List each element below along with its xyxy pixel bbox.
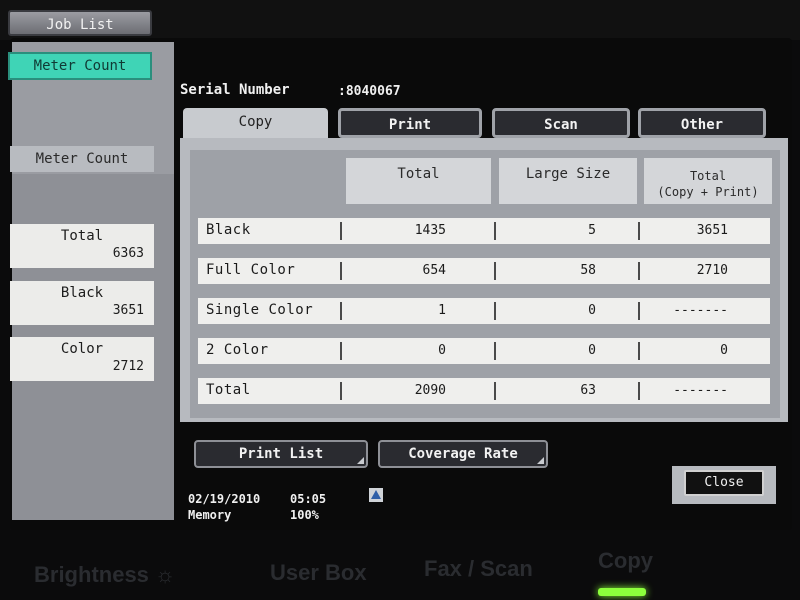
- cell-total: 654: [422, 263, 446, 278]
- cell-total-copy-print: 3651: [696, 223, 728, 238]
- copy-indicator-led: [598, 588, 646, 596]
- meter-black-value: 3651: [112, 303, 144, 318]
- tab-other[interactable]: Other: [638, 108, 766, 138]
- meter-total-value: 6363: [112, 246, 144, 261]
- table-row: Total 2090 63 -------: [198, 378, 770, 404]
- meter-color-value: 2712: [112, 359, 144, 374]
- brightness-hw-button[interactable]: Brightness ☼: [34, 562, 175, 588]
- meter-count-title: Meter Count: [10, 146, 154, 172]
- meter-total-label: Total: [60, 228, 104, 244]
- row-label-full-color: Full Color: [206, 262, 296, 278]
- column-header-copy-print-line: (Copy + Print): [657, 185, 759, 199]
- meter-count-button[interactable]: Meter Count: [8, 52, 152, 80]
- row-label-black: Black: [206, 222, 251, 238]
- meter-black-label: Black: [60, 285, 104, 301]
- cell-large-size: 0: [588, 343, 596, 358]
- status-warning-icon[interactable]: [369, 488, 383, 502]
- print-list-label: Print List: [238, 446, 324, 462]
- meter-black-box: Black 3651: [10, 281, 154, 325]
- print-list-button[interactable]: Print List: [194, 440, 368, 468]
- cell-large-size: 5: [588, 223, 596, 238]
- cell-large-size: 0: [588, 303, 596, 318]
- status-time: 05:05: [290, 492, 327, 506]
- fax-scan-hw-button[interactable]: Fax / Scan: [424, 556, 533, 582]
- meter-color-box: Color 2712: [10, 337, 154, 381]
- table-row: Black 1435 5 3651: [198, 218, 770, 244]
- coverage-rate-button[interactable]: Coverage Rate: [378, 440, 548, 468]
- row-label-single-color: Single Color: [206, 302, 314, 318]
- job-list-button[interactable]: Job List: [8, 10, 152, 36]
- cell-large-size: 63: [580, 383, 596, 398]
- cell-large-size: 58: [580, 263, 596, 278]
- user-box-hw-button[interactable]: User Box: [270, 560, 367, 586]
- column-header-total: Total: [346, 158, 491, 204]
- tab-print[interactable]: Print: [338, 108, 482, 138]
- meter-total-box: Total 6363: [10, 224, 154, 268]
- column-header-total-copy-print: Total (Copy + Print): [644, 158, 772, 204]
- close-button[interactable]: Close: [684, 470, 764, 496]
- row-label-total: Total: [206, 382, 251, 398]
- status-date: 02/19/2010: [188, 492, 261, 506]
- table-row: Single Color 1 0 -------: [198, 298, 770, 324]
- cell-total-copy-print: 0: [720, 343, 728, 358]
- coverage-rate-label: Coverage Rate: [408, 446, 518, 462]
- cell-total-copy-print: -------: [673, 303, 728, 318]
- status-memory-label: Memory: [188, 508, 232, 522]
- table-row: Full Color 654 58 2710: [198, 258, 770, 284]
- cell-total-copy-print: -------: [673, 383, 728, 398]
- row-label-2-color: 2 Color: [206, 342, 269, 358]
- serial-number-value: :8040067: [338, 84, 401, 99]
- cell-total: 1: [438, 303, 446, 318]
- table-row: 2 Color 0 0 0: [198, 338, 770, 364]
- copy-hw-button[interactable]: Copy: [598, 548, 653, 574]
- cell-total: 1435: [414, 223, 446, 238]
- meter-color-label: Color: [60, 341, 104, 357]
- column-header-total-line: Total: [689, 169, 727, 183]
- tab-scan[interactable]: Scan: [492, 108, 630, 138]
- serial-number-label: Serial Number: [180, 82, 290, 98]
- column-header-large-size: Large Size: [499, 158, 637, 204]
- cell-total: 0: [438, 343, 446, 358]
- tab-copy[interactable]: Copy: [183, 108, 328, 138]
- cell-total-copy-print: 2710: [696, 263, 728, 278]
- status-memory-value: 100%: [290, 508, 319, 522]
- cell-total: 2090: [414, 383, 446, 398]
